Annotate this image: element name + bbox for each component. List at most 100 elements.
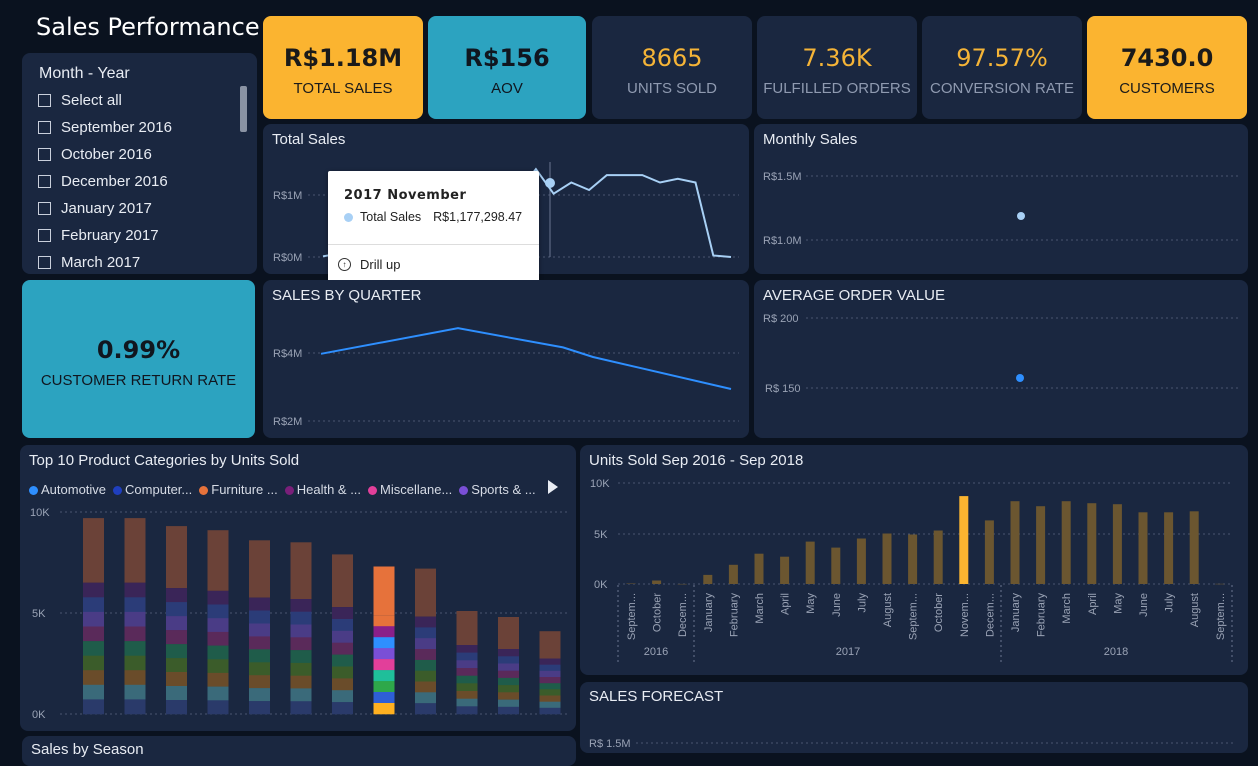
bar-segment xyxy=(498,692,519,700)
checkbox[interactable] xyxy=(38,201,51,215)
bar-units-sold xyxy=(856,538,866,584)
bar-units-sold xyxy=(1138,512,1148,584)
sales-forecast-chart[interactable]: SALES FORECAST R$ 1.5M xyxy=(580,682,1248,753)
monthly-sales-svg: R$1.5M R$1.0M xyxy=(763,171,1238,247)
slicer-item[interactable]: February 2017 xyxy=(38,225,159,245)
top10-categories-chart[interactable]: Top 10 Product Categories by Units Sold … xyxy=(20,445,576,731)
bar-segment xyxy=(332,642,353,655)
slicer-item-select-all[interactable]: Select all xyxy=(38,90,122,110)
bar-segment xyxy=(83,699,104,715)
kpi-return-rate[interactable]: 0.99% CUSTOMER RETURN RATE xyxy=(22,280,255,438)
tooltip-series: Total Sales xyxy=(360,210,422,224)
bar-segment xyxy=(332,702,353,715)
y-tick: R$4M xyxy=(273,348,302,360)
bar-segment xyxy=(249,688,270,702)
bar-segment xyxy=(373,615,395,627)
bar-segment xyxy=(456,675,478,684)
sales-by-season-chart[interactable]: Sales by Season xyxy=(22,736,576,766)
bar-segment xyxy=(498,706,519,715)
bar-segment xyxy=(83,582,104,598)
kpi-value: 7.36K xyxy=(802,44,872,72)
kpi-label: CUSTOMERS xyxy=(1119,80,1215,97)
divider xyxy=(328,244,539,245)
x-tick-month: March xyxy=(1061,593,1073,624)
bar-segment xyxy=(539,677,561,684)
kpi-aov[interactable]: R$156 AOV xyxy=(428,16,586,119)
kpi-conversion-rate[interactable]: 97.57% CONVERSION RATE xyxy=(922,16,1082,119)
checkbox[interactable] xyxy=(38,174,51,188)
kpi-label: TOTAL SALES xyxy=(293,80,393,97)
x-tick-month: July xyxy=(856,593,868,613)
bar-segment xyxy=(124,641,146,656)
x-tick-month: Septem... xyxy=(1215,593,1227,640)
bar-units-sold xyxy=(780,556,790,584)
bar-segment xyxy=(332,554,353,608)
slicer-item[interactable]: September 2016 xyxy=(38,117,172,137)
bar-segment xyxy=(166,526,187,589)
bar-segment xyxy=(166,700,187,715)
x-tick-month: June xyxy=(1138,593,1150,617)
bar-segment xyxy=(166,630,187,645)
bar-segment xyxy=(539,683,561,690)
bar-segment xyxy=(207,631,229,646)
bar-segment xyxy=(290,624,312,638)
x-tick-month: Novem... xyxy=(959,593,971,637)
bar-segment xyxy=(539,658,561,665)
top10-svg: 10K 5K 0K xyxy=(30,507,568,721)
x-tick-month: February xyxy=(1036,593,1048,638)
bar-segment xyxy=(124,655,146,671)
kpi-fulfilled-orders[interactable]: 7.36K FULFILLED ORDERS xyxy=(757,16,917,119)
x-tick-month: Decem... xyxy=(677,593,689,637)
bar-segment xyxy=(498,685,519,693)
bar-segment xyxy=(456,683,478,692)
aov-chart[interactable]: AVERAGE ORDER VALUE R$ 200 R$ 150 xyxy=(754,280,1248,438)
y-tick: 0K xyxy=(32,709,46,721)
bar-units-sold xyxy=(1087,503,1097,584)
kpi-total-sales[interactable]: R$1.18M TOTAL SALES xyxy=(263,16,423,119)
bar-segment xyxy=(373,692,395,704)
slicer-item[interactable]: March 2017 xyxy=(38,252,140,272)
x-tick-month: April xyxy=(1087,593,1099,615)
monthly-sales-chart[interactable]: Monthly Sales R$1.5M R$1.0M xyxy=(754,124,1248,274)
kpi-customers[interactable]: 7430.0 CUSTOMERS xyxy=(1087,16,1247,119)
bar-units-sold xyxy=(805,541,815,584)
units-sold-chart[interactable]: Units Sold Sep 2016 - Sep 2018 10K 5K 0K… xyxy=(580,445,1248,675)
bar-segment xyxy=(124,684,146,700)
x-tick-month: August xyxy=(882,593,894,627)
x-tick-month: October xyxy=(933,593,945,632)
aov-svg: R$ 200 R$ 150 xyxy=(763,313,1238,395)
checkbox[interactable] xyxy=(38,255,51,269)
slicer-item[interactable]: January 2017 xyxy=(38,198,152,218)
bar-segment xyxy=(290,611,312,625)
checkbox[interactable] xyxy=(38,93,51,107)
bar-segment xyxy=(83,626,104,642)
checkbox[interactable] xyxy=(38,228,51,242)
bar-segment xyxy=(207,659,229,674)
slicer-scrollbar[interactable] xyxy=(240,86,247,132)
x-tick-month: June xyxy=(831,593,843,617)
chart-tooltip: 2017 November Total Sales R$1,177,298.47… xyxy=(328,171,539,282)
x-tick-month: January xyxy=(703,593,715,633)
bar-segment xyxy=(539,689,561,696)
y-tick: R$1M xyxy=(273,190,302,202)
sales-by-quarter-chart[interactable]: SALES BY QUARTER R$4M R$2M xyxy=(263,280,749,438)
bar-segment xyxy=(83,597,104,613)
checkbox[interactable] xyxy=(38,147,51,161)
slicer-item[interactable]: October 2016 xyxy=(38,144,152,164)
month-year-slicer[interactable]: Month - Year Select all September 2016 O… xyxy=(22,53,257,274)
drill-up-button[interactable]: ↑ Drill up xyxy=(338,257,400,272)
y-tick: R$ 1.5M xyxy=(589,738,631,750)
bar-segment xyxy=(166,602,187,617)
bar-segment xyxy=(415,659,436,671)
kpi-units-sold[interactable]: 8665 UNITS SOLD xyxy=(592,16,752,119)
bar-segment xyxy=(207,686,229,701)
bar-segment xyxy=(249,636,270,650)
bar-segment xyxy=(249,540,270,598)
bar-segment xyxy=(83,518,104,583)
bar-segment xyxy=(290,599,312,613)
checkbox[interactable] xyxy=(38,120,51,134)
drill-up-icon: ↑ xyxy=(338,258,351,271)
bar-segment xyxy=(415,692,436,704)
x-tick-month: April xyxy=(780,593,792,615)
slicer-item[interactable]: December 2016 xyxy=(38,171,168,191)
